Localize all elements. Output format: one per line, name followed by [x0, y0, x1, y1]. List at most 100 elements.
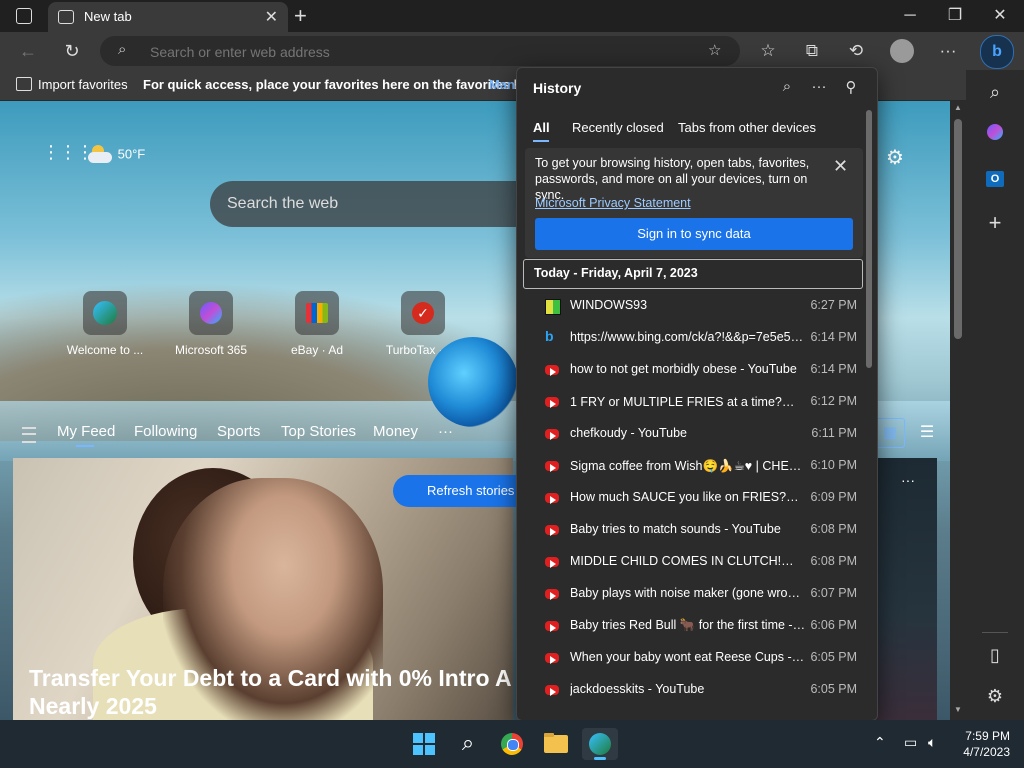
history-item-time: 6:05 PM: [810, 682, 857, 696]
edge-icon: [83, 291, 127, 335]
pin-icon[interactable]: ⚲: [839, 78, 863, 98]
history-tab-other-devices[interactable]: Tabs from other devices: [678, 120, 816, 135]
web-search-box[interactable]: Search the web: [210, 181, 540, 227]
history-search-icon[interactable]: ⌕: [775, 78, 799, 98]
collections-icon[interactable]: ⧉: [798, 38, 826, 64]
import-icon: [16, 77, 32, 91]
history-item[interactable]: 1 FRY or MULTIPLE FRIES at a time?😈🔥... 6…: [517, 386, 867, 418]
youtube-icon: [545, 557, 559, 568]
taskbar: ⌕ ⌃ ▭ 🔈︎ 7:59 PM 4/7/2023: [0, 720, 1024, 768]
start-button[interactable]: [406, 728, 442, 760]
history-tab-all[interactable]: All: [533, 120, 550, 135]
volume-icon[interactable]: 🔈︎: [928, 734, 936, 751]
quick-link-ebay[interactable]: eBay · Ad: [267, 291, 367, 357]
history-active-tab-indicator: [533, 140, 549, 142]
tab-more[interactable]: ···: [438, 423, 453, 440]
history-item[interactable]: When your baby wont eat Reese Cups - Yo.…: [517, 642, 867, 674]
layout-switcher: ▦ ☰: [875, 418, 950, 448]
tab-new-tab[interactable]: New tab ✕: [48, 2, 288, 32]
history-item[interactable]: MIDDLE CHILD COMES IN CLUTCH!💀🤩 ... 6:08 …: [517, 546, 867, 578]
tab-top-stories[interactable]: Top Stories: [281, 423, 356, 440]
show-hidden-icons[interactable]: ⌃: [874, 734, 886, 751]
address-bar[interactable]: ⌕ ☆: [100, 36, 740, 66]
history-item[interactable]: WINDOWS93 6:27 PM: [517, 290, 867, 322]
back-button[interactable]: ←: [14, 38, 42, 64]
sidebar-settings-icon[interactable]: ⚙: [966, 686, 1024, 707]
edge-taskbar-icon[interactable]: [582, 728, 618, 760]
history-item-title: https://www.bing.com/ck/a?!&&p=7e5e5f9..…: [570, 330, 806, 344]
history-item[interactable]: Sigma coffee from Wish🤤🍌☕♥ | CHEFK... 6:1…: [517, 450, 867, 482]
youtube-icon: [545, 621, 559, 632]
history-panel: History ⌕ ··· ⚲ All Recently closed Tabs…: [516, 67, 878, 721]
web-search-placeholder: Search the web: [227, 195, 339, 212]
dismiss-sync-icon[interactable]: ✕: [833, 156, 848, 177]
history-item[interactable]: Baby tries to match sounds - YouTube 6:08…: [517, 514, 867, 546]
hide-sidebar-icon[interactable]: ▯: [966, 645, 1024, 666]
bing-chat-icon[interactable]: b: [980, 35, 1014, 69]
list-view-icon[interactable]: ☰: [913, 420, 941, 446]
history-item[interactable]: Baby tries Red Bull 🐂 for the first time…: [517, 610, 867, 642]
tab-sports[interactable]: Sports: [217, 423, 260, 440]
weather-temperature: 50°F: [117, 146, 146, 162]
card-more-icon[interactable]: ···: [901, 472, 915, 488]
close-window-button[interactable]: ✕: [980, 4, 1020, 28]
profile-avatar[interactable]: [890, 39, 914, 63]
favorites-icon[interactable]: ☆: [754, 38, 782, 64]
close-tab-icon[interactable]: ✕: [265, 7, 278, 27]
tab-actions-icon[interactable]: [16, 8, 32, 24]
history-more-icon[interactable]: ···: [807, 78, 831, 98]
minimize-button[interactable]: ─: [890, 4, 930, 28]
history-item-title: When your baby wont eat Reese Cups - Yo.…: [570, 650, 806, 664]
add-sidebar-app-icon[interactable]: +: [966, 210, 1024, 236]
chrome-icon[interactable]: [494, 728, 530, 760]
sign-in-sync-button[interactable]: Sign in to sync data: [535, 218, 853, 250]
refresh-button[interactable]: ↻: [58, 38, 86, 64]
search-icon[interactable]: ⌕: [450, 728, 486, 760]
more-options-icon[interactable]: ···: [934, 38, 962, 64]
refresh-stories-button[interactable]: Refresh stories: [393, 475, 533, 507]
history-item[interactable]: Baby plays with noise maker (gone wrong)…: [517, 578, 867, 610]
network-icon[interactable]: ▭: [904, 734, 917, 751]
apps-grid-icon[interactable]: ⋮⋮⋮: [42, 143, 94, 169]
add-favorite-icon[interactable]: ☆: [708, 41, 721, 59]
address-input[interactable]: [148, 41, 692, 63]
scrollbar-thumb[interactable]: [954, 119, 962, 339]
privacy-statement-link[interactable]: Microsoft Privacy Statement: [535, 196, 691, 210]
file-explorer-icon[interactable]: [538, 728, 574, 760]
refresh-stories-label: Refresh stories: [427, 483, 515, 498]
search-icon[interactable]: ⌕: [966, 82, 1024, 103]
restore-button[interactable]: ❐: [935, 4, 975, 28]
card-title[interactable]: Transfer Your Debt to a Card with 0% Int…: [29, 664, 513, 720]
history-item-time: 6:14 PM: [810, 330, 857, 344]
microsoft-365-icon[interactable]: [966, 124, 1024, 145]
youtube-icon: [545, 589, 559, 600]
clock-date: 4/7/2023: [963, 745, 1010, 759]
history-item-time: 6:05 PM: [810, 650, 857, 664]
feed-card-map[interactable]: ···: [875, 458, 937, 720]
history-item[interactable]: jackdoesskits - YouTube 6:05 PM: [517, 674, 867, 706]
history-item[interactable]: chefkoudy - YouTube 6:11 PM: [517, 418, 867, 450]
tab-my-feed[interactable]: My Feed: [57, 423, 115, 440]
history-item[interactable]: b https://www.bing.com/ck/a?!&&p=7e5e5f9.…: [517, 322, 867, 354]
new-tab-button[interactable]: +: [294, 3, 307, 29]
history-tab-recently-closed[interactable]: Recently closed: [572, 120, 664, 135]
history-item-time: 6:09 PM: [810, 490, 857, 504]
history-item[interactable]: How much SAUCE you like on FRIES?🤤🍌... 6:…: [517, 482, 867, 514]
history-item[interactable]: how to not get morbidly obese - YouTube 6…: [517, 354, 867, 386]
grid-view-icon[interactable]: ▦: [875, 418, 905, 448]
history-icon[interactable]: ⟲: [842, 38, 870, 64]
page-scrollbar[interactable]: ▲ ▼: [950, 101, 966, 720]
tab-following[interactable]: Following: [134, 423, 197, 440]
page-settings-icon[interactable]: ⚙: [886, 145, 904, 170]
history-item-time: 6:27 PM: [810, 298, 857, 312]
outlook-icon[interactable]: O: [966, 166, 1024, 187]
scroll-down-icon[interactable]: ▼: [954, 705, 962, 714]
history-date-group[interactable]: Today - Friday, April 7, 2023: [523, 259, 863, 289]
quick-link-microsoft-365[interactable]: Microsoft 365: [161, 291, 261, 357]
system-clock[interactable]: 7:59 PM 4/7/2023: [958, 728, 1010, 760]
scroll-up-icon[interactable]: ▲: [954, 103, 962, 112]
weather-widget[interactable]: 50°F: [88, 145, 145, 165]
import-favorites-button[interactable]: Import favorites: [38, 77, 128, 92]
tab-money[interactable]: Money: [373, 423, 418, 440]
quick-link-welcome[interactable]: Welcome to ...: [55, 291, 155, 357]
